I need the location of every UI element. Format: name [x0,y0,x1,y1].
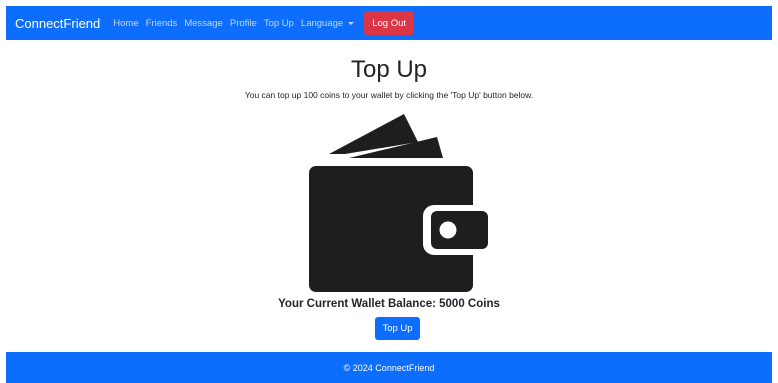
page: ConnectFriend Home Friends Message Profi… [0,0,778,383]
wallet-icon [309,114,489,292]
nav-link-top-up[interactable]: Top Up [264,18,294,29]
nav-link-profile[interactable]: Profile [230,18,257,29]
top-up-button[interactable]: Top Up [375,317,420,340]
nav-link-home[interactable]: Home [113,18,138,29]
navbar: ConnectFriend Home Friends Message Profi… [6,6,772,40]
language-dropdown-label: Language [300,17,344,29]
nav-link-friends[interactable]: Friends [146,18,178,29]
nav-link-message[interactable]: Message [184,18,223,29]
logout-button[interactable]: Log Out [364,11,415,35]
footer: © 2024 ConnectFriend [6,352,772,383]
wallet-balance: Your Current Wallet Balance: 5000 Coins [278,298,500,310]
footer-copyright: © 2024 ConnectFriend [343,362,435,373]
page-description: You can top up 100 coins to your wallet … [244,90,534,100]
page-title: Top Up [350,56,428,83]
language-dropdown[interactable]: Language [300,17,355,29]
navbar-brand[interactable]: ConnectFriend [15,16,100,31]
caret-down-icon [348,21,355,25]
